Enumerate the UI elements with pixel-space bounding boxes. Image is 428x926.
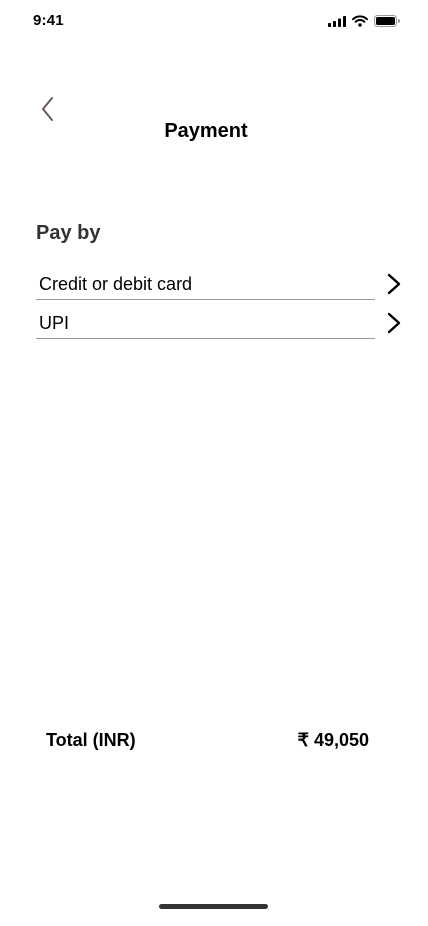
cellular-signal-icon [328,14,346,32]
page-title: Payment [164,120,248,142]
credit-debit-card-label: Credit or debit card [39,274,193,294]
pay-by-label: Pay by [36,222,101,244]
total-label: Total (INR) [46,730,136,750]
status-bar: 9:41 [0,0,428,44]
upi-label: UPI [39,313,70,333]
wifi-icon [352,14,368,32]
home-indicator[interactable] [159,904,268,909]
total-amount: ₹ 49,050 [297,730,369,750]
status-icons [328,14,400,32]
upi-option[interactable]: UPI [36,302,401,339]
credit-debit-card-option[interactable]: Credit or debit card [36,263,401,300]
chevron-right-icon [386,312,402,334]
battery-icon [374,14,400,32]
status-time: 9:41 [33,12,64,29]
chevron-right-icon [386,273,402,295]
